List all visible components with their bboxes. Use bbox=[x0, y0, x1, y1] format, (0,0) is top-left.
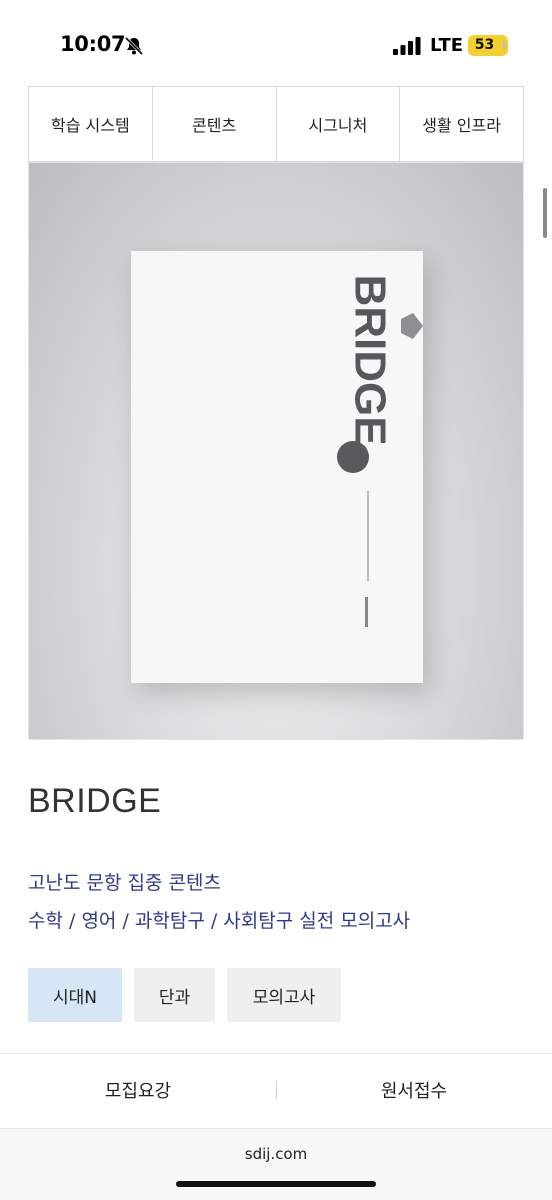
product-desc-line2: 수학 / 영어 / 과학탐구 / 사회탐구 실전 모의고사 bbox=[28, 910, 411, 932]
bottom-divider bbox=[0, 1053, 552, 1054]
status-bar: 10:07 LTE 53 bbox=[0, 0, 552, 88]
battery-level: 53 bbox=[474, 37, 495, 53]
chip-mock-exam[interactable]: 모의고사 bbox=[227, 968, 341, 1022]
tab-living-infra[interactable]: 생활 인프라 bbox=[399, 87, 523, 161]
tab-signature[interactable]: 시그니처 bbox=[275, 87, 400, 161]
book-cover: BRIDGE bbox=[131, 251, 423, 683]
book-cover-title-text: BRIDGE bbox=[345, 275, 394, 445]
home-indicator[interactable] bbox=[176, 1181, 376, 1187]
chip-sidae-n[interactable]: 시대N bbox=[28, 968, 122, 1022]
browser-url-bar[interactable]: sdij.com bbox=[0, 1128, 552, 1200]
category-tabs: 학습 시스템 콘텐츠 시그니처 생활 인프라 bbox=[28, 86, 524, 162]
product-title: BRIDGE bbox=[28, 782, 162, 820]
battery-cap bbox=[503, 41, 506, 49]
url-text[interactable]: sdij.com bbox=[0, 1145, 552, 1163]
book-bookmark-icon bbox=[401, 313, 423, 339]
tab-contents[interactable]: 콘텐츠 bbox=[151, 87, 276, 161]
signal-icon bbox=[393, 37, 421, 55]
product-image: BRIDGE bbox=[28, 162, 524, 740]
bell-slash-icon bbox=[124, 36, 144, 56]
scrollbar[interactable] bbox=[543, 188, 547, 238]
chip-single-course[interactable]: 단과 bbox=[134, 968, 215, 1022]
status-time: 10:07 bbox=[60, 32, 126, 56]
recruitment-guide-button[interactable]: 모집요강 bbox=[0, 1060, 276, 1120]
product-desc-line1: 고난도 문항 집중 콘텐츠 bbox=[28, 872, 221, 894]
book-badge-icon bbox=[337, 441, 369, 473]
book-fine-print bbox=[367, 491, 369, 581]
network-label: LTE bbox=[430, 35, 464, 56]
apply-button[interactable]: 원서접수 bbox=[276, 1060, 552, 1120]
book-publisher-logo bbox=[365, 597, 368, 627]
tab-learning-system[interactable]: 학습 시스템 bbox=[29, 87, 152, 161]
filter-chips: 시대N 단과 모의고사 bbox=[28, 968, 341, 1022]
battery-icon: 53 bbox=[468, 35, 508, 56]
book-cover-title: BRIDGE bbox=[345, 275, 394, 445]
